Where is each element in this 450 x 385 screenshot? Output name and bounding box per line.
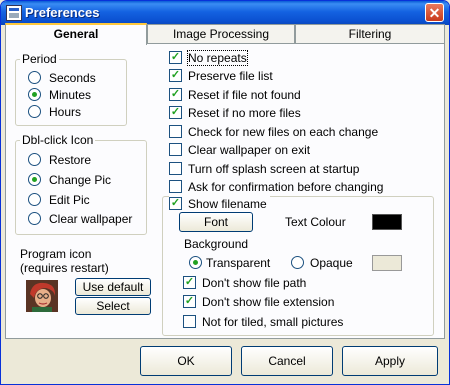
close-button[interactable]: ✕ <box>425 3 444 22</box>
period-seconds-radio[interactable]: Seconds <box>28 70 96 86</box>
radio-indicator <box>28 173 41 186</box>
checkbox-indicator <box>169 51 182 64</box>
text-colour-label: Text Colour <box>285 215 346 229</box>
radio-label: Opaque <box>310 256 353 270</box>
dblclick-restore-radio[interactable]: Restore <box>28 152 91 168</box>
checkbox-indicator <box>183 295 196 308</box>
dont-show-file-path-checkbox[interactable]: Don't show file path <box>183 275 306 291</box>
checkbox-label: Reset if no more files <box>188 106 301 120</box>
window-title: Preferences <box>25 5 100 20</box>
apply-button[interactable]: Apply <box>342 346 438 376</box>
preserve-file-list-checkbox[interactable]: Preserve file list <box>169 68 273 84</box>
radio-label: Clear wallpaper <box>49 212 133 226</box>
cancel-button[interactable]: Cancel <box>241 346 333 376</box>
radio-label: Hours <box>49 105 82 119</box>
not-for-tiled-checkbox[interactable]: Not for tiled, small pictures <box>183 314 343 330</box>
tab-image-processing[interactable]: Image Processing <box>147 24 295 43</box>
radio-label: Seconds <box>49 71 96 85</box>
clear-wallpaper-on-exit-checkbox[interactable]: Clear wallpaper on exit <box>169 142 310 158</box>
bg-colour-swatch[interactable] <box>372 255 402 271</box>
radio-label: Restore <box>49 153 92 167</box>
radio-indicator <box>28 212 41 225</box>
checkbox-label: Show filename <box>188 197 267 211</box>
background-label: Background <box>184 237 249 251</box>
radio-indicator <box>28 153 41 166</box>
program-icon-image <box>26 280 58 312</box>
dblclick-legend: Dbl-click Icon <box>22 133 94 147</box>
checkbox-indicator <box>183 276 196 289</box>
no-repeats-checkbox[interactable]: No repeats <box>169 50 248 66</box>
checkbox-label: Don't show file path <box>202 276 307 290</box>
checkbox-indicator <box>169 125 182 138</box>
general-panel: Period Seconds Minutes Hours Dbl-click I… <box>5 43 445 339</box>
checkbox-indicator <box>169 180 182 193</box>
radio-indicator <box>28 71 41 84</box>
dont-show-file-extension-checkbox[interactable]: Don't show file extension <box>183 294 334 310</box>
show-filename-checkbox[interactable]: Show filename <box>169 196 270 212</box>
dblclick-edit-pic-radio[interactable]: Edit Pic <box>28 192 90 208</box>
ask-confirmation-checkbox[interactable]: Ask for confirmation before changing <box>169 179 383 195</box>
app-icon <box>6 5 22 21</box>
radio-label: Minutes <box>49 88 92 102</box>
checkbox-label: Check for new files on each change <box>188 125 379 139</box>
tab-general[interactable]: General <box>5 23 147 45</box>
close-icon: ✕ <box>428 5 441 21</box>
checkbox-indicator <box>169 197 182 210</box>
title-bar[interactable]: Preferences ✕ <box>1 1 449 25</box>
program-icon-label-line1: Program icon <box>20 247 92 261</box>
checkbox-indicator <box>169 162 182 175</box>
checkbox-indicator <box>169 143 182 156</box>
use-default-button[interactable]: Use default <box>75 278 151 296</box>
ok-button[interactable]: OK <box>140 346 232 376</box>
checkbox-label: Preserve file list <box>188 69 273 83</box>
radio-indicator <box>189 256 202 269</box>
radio-indicator <box>28 105 41 118</box>
radio-label: Change Pic <box>49 173 112 187</box>
radio-label: Transparent <box>206 256 271 270</box>
radio-indicator <box>28 193 41 206</box>
checkbox-label: Don't show file extension <box>202 295 335 309</box>
bg-transparent-radio[interactable]: Transparent <box>189 255 270 271</box>
checkbox-indicator <box>169 106 182 119</box>
checkbox-label: Clear wallpaper on exit <box>188 143 311 157</box>
portrait-icon <box>26 280 58 312</box>
reset-if-no-more-files-checkbox[interactable]: Reset if no more files <box>169 105 301 121</box>
radio-indicator <box>28 88 41 101</box>
period-hours-radio[interactable]: Hours <box>28 104 81 120</box>
checkbox-label: Turn off splash screen at startup <box>188 162 360 176</box>
checkbox-label: Reset if file not found <box>188 88 301 102</box>
dblclick-clear-wallpaper-radio[interactable]: Clear wallpaper <box>28 211 132 227</box>
checkbox-indicator <box>169 88 182 101</box>
checkbox-indicator <box>169 69 182 82</box>
select-icon-button[interactable]: Select <box>75 297 151 315</box>
dblclick-change-pic-radio[interactable]: Change Pic <box>28 172 111 188</box>
checkbox-indicator <box>183 315 196 328</box>
program-icon-label-line2: (requires restart) <box>20 261 109 275</box>
bg-opaque-radio[interactable]: Opaque <box>291 255 353 271</box>
text-colour-swatch[interactable] <box>372 214 402 230</box>
radio-label: Edit Pic <box>49 193 90 207</box>
period-legend: Period <box>22 52 57 66</box>
checkbox-label: Not for tiled, small pictures <box>202 315 344 329</box>
turn-off-splash-checkbox[interactable]: Turn off splash screen at startup <box>169 161 359 177</box>
preferences-window: Preferences ✕ General Image Processing F… <box>0 0 450 385</box>
check-new-files-checkbox[interactable]: Check for new files on each change <box>169 124 378 140</box>
period-minutes-radio[interactable]: Minutes <box>28 87 91 103</box>
font-button[interactable]: Font <box>179 212 253 232</box>
reset-if-file-not-found-checkbox[interactable]: Reset if file not found <box>169 87 301 103</box>
radio-indicator <box>291 256 304 269</box>
tab-filtering[interactable]: Filtering <box>295 24 445 43</box>
checkbox-label: No repeats <box>187 50 248 66</box>
checkbox-label: Ask for confirmation before changing <box>188 180 384 194</box>
program-icon-label: Program icon (requires restart) <box>20 247 109 275</box>
